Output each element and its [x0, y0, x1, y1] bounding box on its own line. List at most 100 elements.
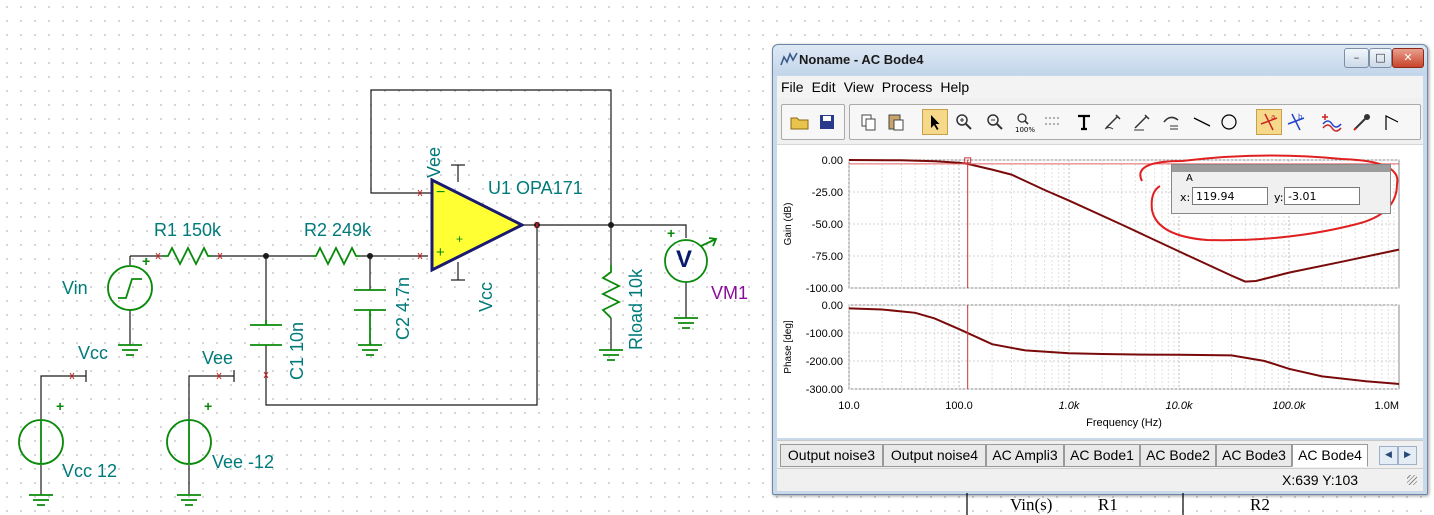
tab-scroll-right-icon[interactable]: ▶ — [1398, 446, 1417, 465]
pen-a-icon[interactable] — [1101, 110, 1125, 134]
opamp-vcc-plus-sign: + — [456, 232, 464, 246]
menu-file[interactable]: File — [777, 76, 808, 98]
tab-ac-bode1[interactable]: AC Bode1 — [1064, 444, 1140, 467]
c2-label: C2 4.7n — [393, 276, 413, 340]
cursor-name: A — [1186, 173, 1193, 184]
x-tick-label: 10.0k — [1166, 400, 1193, 412]
bode-window[interactable]: Noname - AC Bode4 – □ ✕ File Edit View Proc… — [772, 44, 1428, 495]
vm-symbol-label: V — [676, 246, 693, 273]
x-tick-label: 1.0k — [1059, 400, 1080, 412]
y-axis-label: Gain (dB) — [783, 203, 794, 246]
y-tick-label: -300.00 — [806, 384, 843, 396]
curve-add-icon[interactable] — [1320, 110, 1344, 134]
cursor-x-label: x: — [1180, 191, 1191, 204]
y-tick-label: -25.00 — [812, 187, 843, 199]
x-axis-label: Frequency (Hz) — [1086, 417, 1162, 429]
vin-plus-sign: + — [142, 253, 151, 269]
menu-bar: File Edit View Process Help — [777, 76, 1423, 98]
cursor-b-icon[interactable]: b — [1284, 110, 1308, 134]
tab-scroll-left-icon[interactable]: ◀ — [1379, 446, 1398, 465]
copy-icon[interactable] — [856, 110, 880, 134]
open-folder-icon[interactable] — [788, 110, 812, 134]
maximize-button[interactable]: □ — [1369, 48, 1392, 68]
pen-c-icon[interactable] — [1160, 110, 1184, 134]
tab-output-noise4[interactable]: Output noise4 — [883, 444, 986, 467]
toolbar: 100% a b — [777, 98, 1423, 145]
vm1-label: VM1 — [711, 283, 749, 303]
probe-icon[interactable] — [1350, 110, 1374, 134]
edit-tool-group: 100% a b — [849, 104, 1421, 140]
y-tick-label: -200.00 — [806, 356, 843, 368]
pointer-icon[interactable] — [922, 109, 948, 135]
x-tick-label: 100.0 — [945, 400, 973, 412]
y-tick-label: 0.00 — [822, 300, 843, 312]
u1-label: U1 OPA171 — [488, 178, 583, 198]
paste-icon[interactable] — [884, 110, 908, 134]
vcc-pin-label: Vcc — [476, 281, 496, 312]
save-icon[interactable] — [815, 110, 839, 134]
y-tick-label: -100.00 — [806, 283, 843, 295]
partial-table: Vin(s) R1 R2 — [966, 493, 1434, 515]
zoom-out-icon[interactable] — [983, 110, 1007, 134]
c1-label: C1 10n — [287, 321, 307, 380]
tab-ac-bode2[interactable]: AC Bode2 — [1140, 444, 1216, 467]
schematic-canvas[interactable] — [0, 0, 780, 515]
y-tick-label: -75.00 — [812, 251, 843, 263]
tab-ac-ampli3[interactable]: AC Ampli3 — [986, 444, 1064, 467]
text-icon[interactable] — [1072, 110, 1096, 134]
vcc-source-label: Vcc 12 — [62, 461, 118, 481]
x-tick-label: 1.0M — [1375, 400, 1399, 412]
cursor-y-field[interactable]: -3.01 — [1284, 187, 1360, 205]
r1-label: R1 150k — [154, 220, 222, 240]
table-header-r2: R2 — [1250, 495, 1270, 514]
rload-label: Rload 10k — [626, 268, 646, 350]
vee-pin-label: Vee — [424, 146, 444, 178]
marker-icon[interactable] — [1380, 110, 1404, 134]
menu-help[interactable]: Help — [936, 76, 973, 98]
window-title: Noname - AC Bode4 — [799, 52, 924, 67]
cursor-readout-panel[interactable]: A x: 119.94 y: -3.01 — [1171, 164, 1391, 214]
y-tick-label: 0.00 — [822, 155, 843, 167]
title-bar[interactable]: Noname - AC Bode4 – □ ✕ — [773, 45, 1427, 75]
vin-label: Vin — [62, 278, 88, 298]
app-icon — [780, 52, 798, 66]
cursor-y-label: y: — [1274, 191, 1284, 204]
minimize-button[interactable]: – — [1344, 48, 1369, 68]
grid-icon[interactable] — [1040, 110, 1064, 134]
line-icon[interactable] — [1190, 110, 1214, 134]
vcc-net-label: Vcc — [78, 343, 109, 363]
zoom-100-icon[interactable]: 100% — [1012, 110, 1036, 134]
y-axis-label: Phase [deg] — [783, 320, 794, 374]
status-coordinates: X:639 Y:103 — [1282, 472, 1359, 488]
zoom-in-icon[interactable] — [952, 110, 976, 134]
menu-process[interactable]: Process — [878, 76, 937, 98]
table-header-r1: R1 — [1098, 495, 1118, 514]
opamp-minus-sign: − — [436, 184, 446, 201]
cursor-panel-header[interactable] — [1172, 165, 1390, 172]
table-header-vin: Vin(s) — [1010, 495, 1053, 514]
status-bar: X:639 Y:103 — [777, 468, 1423, 491]
analysis-tabs: Output noise3 Output noise4 AC Ampli3 AC… — [777, 440, 1423, 469]
y-tick-label: -50.00 — [812, 219, 843, 231]
zoom-100-text: 100% — [1015, 126, 1035, 134]
vee-net-label: Vee — [202, 348, 234, 368]
close-button[interactable]: ✕ — [1392, 48, 1424, 68]
tab-ac-bode3[interactable]: AC Bode3 — [1216, 444, 1292, 467]
circle-icon[interactable] — [1217, 110, 1241, 134]
opamp-plus-sign: + — [436, 244, 445, 261]
r2-label: R2 249k — [304, 220, 372, 240]
pen-b-icon[interactable] — [1130, 110, 1154, 134]
vcc-plus-sign: + — [56, 398, 65, 414]
tab-output-noise3[interactable]: Output noise3 — [780, 444, 883, 467]
menu-edit[interactable]: Edit — [808, 76, 840, 98]
resize-grip-icon[interactable] — [1407, 475, 1417, 485]
vm-plus-sign: + — [667, 225, 676, 241]
cursor-a-icon[interactable]: a — [1256, 109, 1282, 135]
cursor-x-field[interactable]: 119.94 — [1192, 187, 1268, 205]
svg-text:b: b — [1298, 113, 1303, 121]
x-tick-label: 100.0k — [1272, 400, 1306, 412]
menu-view[interactable]: View — [840, 76, 878, 98]
tab-ac-bode4[interactable]: AC Bode4 — [1292, 444, 1368, 467]
y-tick-label: -100.00 — [806, 328, 843, 340]
bode-plot-area[interactable]: 0.00 -25.00 -50.00 -75.00 -100.00 Gain (dB) 0.… — [777, 145, 1423, 438]
